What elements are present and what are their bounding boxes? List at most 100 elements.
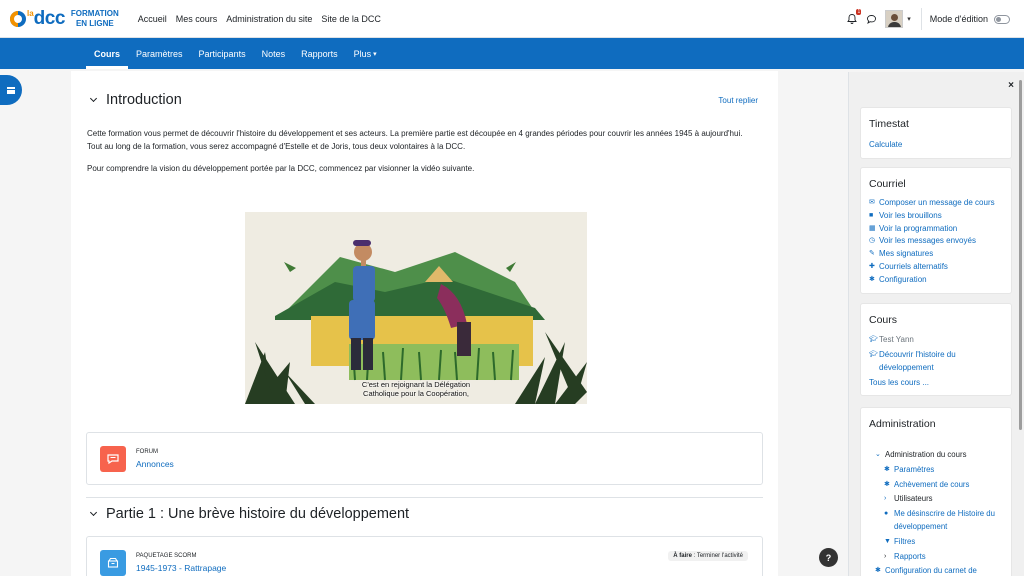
gear-icon: ✱ [884,465,890,473]
section-title: Partie 1 : Une brève histoire du dévelop… [106,506,410,522]
courriel-alternates-link[interactable]: ✚ Courriels alternatifs [869,261,995,274]
collapse-all-link[interactable]: Tout replier [718,96,758,105]
site-logo[interactable]: la dcc FORMATION EN LIGNE [10,0,119,38]
todo-label: À faire [673,553,692,559]
list-icon [7,86,15,94]
courriel-compose-link[interactable]: ✉ Composer un message de cours [869,197,995,210]
user-menu-chevron-down-icon[interactable]: ▾ [907,15,911,23]
gear-icon: ✱ [875,567,881,575]
chevron-down-icon[interactable] [89,508,98,517]
course-secondary-nav: Cours Paramètres Participants Notes Rapp… [0,38,1024,69]
admin-utilisateurs-node[interactable]: › Utilisateurs [875,493,1010,506]
drawer-scrollbar[interactable] [1019,80,1022,430]
nav-site-de-la-dcc[interactable]: Site de la DCC [321,14,381,24]
video-illustration [245,212,587,404]
course-index-toggle-button[interactable] [0,75,22,105]
admin-course-node[interactable]: ⌄ Administration du cours [875,449,1010,462]
cours-links: 🎓︎ Test Yann 🎓︎ Découvrir l'histoire du dé… [869,334,1007,390]
logo-line1: FORMATION [70,8,119,18]
courriel-drafts-link[interactable]: ■ Voir les brouillons [869,210,995,223]
admin-achevement-link[interactable]: ✱ Achèvement de cours [875,479,1010,492]
scorm-package-icon [100,550,126,576]
primary-nav: Accueil Mes cours Administration du site… [138,14,390,24]
block-administration: Administration ⌄ Administration du cours … [860,407,1012,576]
tab-notes[interactable]: Notes [254,38,294,69]
link-label: Filtres [894,536,916,546]
section-partie1-header[interactable]: Partie 1 : Une brève histoire du dévelop… [89,506,410,522]
timestat-calculate-link[interactable]: Calculate [869,139,902,152]
all-courses-link[interactable]: Tous les cours ... [869,377,1007,390]
course-decouvrir-link[interactable]: 🎓︎ Découvrir l'histoire du développement [869,349,1007,375]
courriel-sent-link[interactable]: ◷ Voir les messages envoyés [869,235,995,248]
mode-edition-label: Mode d'édition [929,14,988,24]
edit-mode-toggle[interactable] [994,14,1010,24]
tab-cours[interactable]: Cours [86,38,129,69]
courriel-signatures-link[interactable]: ✎ Mes signatures [869,248,995,261]
logo-line2: EN LIGNE [75,18,114,28]
chevron-down-icon[interactable] [89,94,98,103]
courriel-links: ✉ Composer un message de cours ■ Voir les … [869,197,995,287]
block-title: Timestat [869,118,909,130]
activity-link-scorm[interactable]: 1945-1973 - Rattrapage [136,563,226,573]
gear-icon: ✱ [869,275,875,283]
logo-dcc: dcc [33,7,66,29]
close-icon[interactable]: × [1008,80,1014,91]
admin-filtres-link[interactable]: ▼ Filtres [875,536,1010,549]
block-courriel: Courriel ✉ Composer un message de cours ■… [860,167,1012,294]
admin-unenrol-link[interactable]: ● Me désinscrire de Histoire du développe… [875,508,1010,534]
help-button[interactable]: ? [819,548,838,567]
filter-icon: ▼ [884,537,891,545]
link-label: Voir la programmation [879,223,958,233]
link-label: Mes signatures [879,249,934,259]
courriel-schedule-link[interactable]: ▦ Voir la programmation [869,223,995,236]
completion-status-badge: À faire : Terminer l'activité [668,551,748,561]
link-label: Paramètres [894,464,935,474]
chevron-down-icon: ▾ [373,50,377,58]
course-content: Introduction Tout replier Cette formatio… [71,71,778,576]
link-label: Achèvement de cours [894,479,970,489]
logo-la: la [27,8,34,18]
logo-text: FORMATION EN LIGNE [71,9,119,29]
activity-link-annonces[interactable]: Annonces [136,459,174,469]
admin-parametres-link[interactable]: ✱ Paramètres [875,464,1010,477]
divider [920,8,922,30]
notifications-button[interactable]: 1 [846,9,862,25]
tab-participants[interactable]: Participants [191,38,254,69]
messages-icon[interactable] [866,14,877,25]
block-cours: Cours 🎓︎ Test Yann 🎓︎ Découvrir l'histoire… [860,303,1012,396]
intro-video[interactable]: C'est en rejoignant la Délégation Cathol… [245,212,587,404]
block-drawer: × Timestat Calculate Courriel ✉ Composer … [848,72,1024,576]
video-caption: C'est en rejoignant la Délégation Cathol… [245,380,587,398]
activity-scorm: PAQUETAGE SCORM 1945-1973 - Rattrapage À… [86,536,763,576]
nav-accueil[interactable]: Accueil [138,14,167,24]
tab-plus[interactable]: Plus ▾ [346,38,385,69]
nav-mes-cours[interactable]: Mes cours [176,14,218,24]
tab-plus-label: Plus [353,48,372,59]
link-label: Voir les messages envoyés [879,236,976,246]
top-navbar: la dcc FORMATION EN LIGNE Accueil Mes co… [0,0,1024,38]
pen-icon: ✎ [869,250,875,258]
tab-parametres[interactable]: Paramètres [128,38,191,69]
file-icon: ■ [869,211,874,219]
block-title: Cours [869,314,898,326]
video-caption-line2: Catholique pour la Coopération, [363,389,469,398]
activity-type: FORUM [136,449,158,455]
nav-administration-du-site[interactable]: Administration du site [226,14,312,24]
link-label: Rapports [894,551,926,561]
graduation-cap-icon: 🎓︎ [869,336,878,343]
video-caption-line1: C'est en rejoignant la Délégation [361,380,471,389]
link-label: Voir les brouillons [879,210,942,220]
admin-rapports-node[interactable]: › Rapports [875,551,1010,564]
gear-icon: ✱ [884,480,890,488]
notification-count-badge: 1 [856,9,862,15]
intro-paragraph: Cette formation vous permet de découvrir… [87,129,743,151]
courriel-config-link[interactable]: ✱ Configuration [869,274,995,287]
link-label: Courriels alternatifs [879,261,948,271]
tab-rapports[interactable]: Rapports [293,38,346,69]
user-controls: 1 ▾ Mode d'édition [846,0,1024,38]
intro-paragraph-video: Pour comprendre la vision du développeme… [87,164,475,173]
section-introduction-header[interactable]: Introduction [89,92,182,108]
avatar[interactable] [885,10,904,28]
activity-forum: FORUM Annonces [86,432,763,485]
admin-carnet-link[interactable]: ✱ Configuration du carnet de [875,565,1010,576]
